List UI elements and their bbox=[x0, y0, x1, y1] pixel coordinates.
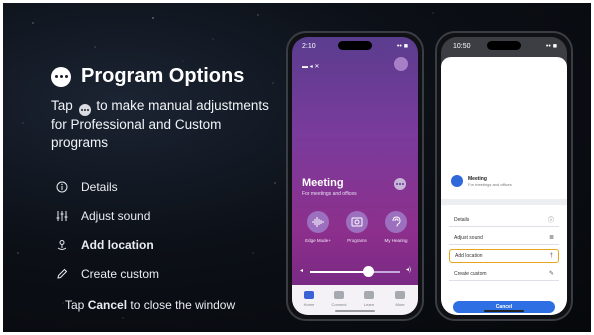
option-create-custom-label: Create custom bbox=[81, 267, 160, 281]
status-time: 10:50 bbox=[453, 43, 471, 50]
status-indicators: •• ■ bbox=[396, 43, 408, 50]
sheet-program-description: For meetings and offices bbox=[468, 181, 512, 187]
info-icon bbox=[55, 180, 69, 194]
menu-item-create-custom[interactable]: Create custom ✎ bbox=[449, 267, 559, 281]
program-description: For meetings and offices bbox=[302, 191, 357, 197]
sliders-icon: ≣ bbox=[548, 235, 554, 241]
pencil-icon bbox=[55, 267, 69, 281]
option-add-location-label: Add location bbox=[81, 238, 154, 252]
programs-button[interactable] bbox=[346, 211, 368, 233]
menu-item-label: Add location bbox=[455, 253, 483, 259]
footer-cancel-word: Cancel bbox=[87, 298, 128, 312]
programs-icon bbox=[351, 217, 363, 227]
title-row: Program Options bbox=[51, 65, 244, 88]
nav-more-label[interactable]: More bbox=[390, 302, 410, 307]
option-add-location: Add location bbox=[55, 238, 154, 252]
option-details-label: Details bbox=[81, 180, 118, 194]
ear-icon bbox=[392, 216, 401, 227]
nav-connect-label[interactable]: Connect bbox=[329, 302, 349, 307]
footer-instruction: Tap Cancel to close the window bbox=[65, 298, 235, 312]
pencil-icon: ✎ bbox=[548, 271, 554, 277]
program-avatar-icon bbox=[451, 175, 463, 187]
volume-max-icon: ◂) bbox=[405, 267, 411, 273]
menu-item-details[interactable]: Details ⓘ bbox=[449, 213, 559, 227]
my-hearing-button[interactable] bbox=[385, 211, 407, 233]
menu-item-label: Create custom bbox=[454, 270, 487, 277]
option-adjust-sound-label: Adjust sound bbox=[81, 209, 151, 223]
nav-learn-icon[interactable] bbox=[364, 291, 374, 299]
page-title: Program Options bbox=[81, 65, 245, 87]
sheet-header: Meeting For meetings and offices bbox=[451, 175, 512, 187]
bottom-navigation: Home Connect Learn More bbox=[292, 285, 418, 315]
status-indicators: •• ■ bbox=[545, 43, 557, 50]
my-hearing-label: My Hearing bbox=[384, 238, 408, 243]
phone-left-screen: 2:10 •• ■ ▬ ◂ ✕ Meeting For meetings and… bbox=[292, 37, 418, 315]
phone-right-screen: 10:50 •• ■ Meeting For meetings and offi… bbox=[441, 37, 567, 315]
location-pin-icon bbox=[55, 238, 69, 252]
program-options-button[interactable] bbox=[394, 178, 406, 190]
phone-options-sheet: 10:50 •• ■ Meeting For meetings and offi… bbox=[435, 31, 573, 321]
footer-text-end: to close the window bbox=[130, 298, 236, 312]
nav-more-icon[interactable] bbox=[395, 291, 405, 299]
intro-text: Tap to make manual adjustments for Profe… bbox=[51, 97, 281, 152]
dynamic-island bbox=[487, 41, 521, 50]
status-time: 2:10 bbox=[302, 43, 316, 50]
program-name: Meeting bbox=[302, 177, 344, 189]
menu-item-label: Details bbox=[454, 216, 470, 223]
home-indicator bbox=[484, 310, 524, 312]
nav-home-label[interactable]: Home bbox=[299, 302, 319, 307]
menu-item-add-location[interactable]: Add location † bbox=[449, 249, 559, 263]
volume-min-icon: ◂ bbox=[300, 268, 304, 274]
menu-item-label: Adjust sound bbox=[454, 234, 483, 241]
option-create-custom: Create custom bbox=[55, 267, 159, 281]
sliders-icon bbox=[55, 209, 69, 223]
nav-home-icon[interactable] bbox=[304, 291, 314, 299]
phone-program-screen: 2:10 •• ■ ▬ ◂ ✕ Meeting For meetings and… bbox=[286, 31, 424, 321]
edge-mode-label: Edge Mode+ bbox=[305, 238, 331, 243]
edge-mode-button[interactable] bbox=[307, 211, 329, 233]
home-indicator bbox=[335, 310, 375, 312]
options-sheet: Meeting For meetings and offices Details… bbox=[441, 57, 567, 315]
location-pin-icon: † bbox=[549, 253, 553, 259]
option-adjust-sound: Adjust sound bbox=[55, 209, 150, 223]
nav-connect-icon[interactable] bbox=[334, 291, 344, 299]
inline-more-options-icon bbox=[78, 104, 91, 116]
intro-text-start: Tap bbox=[51, 98, 73, 113]
info-icon: ⓘ bbox=[547, 218, 554, 224]
menu-item-adjust-sound[interactable]: Adjust sound ≣ bbox=[449, 231, 559, 245]
more-options-icon bbox=[51, 66, 71, 87]
waveform-icon bbox=[312, 217, 324, 227]
sheet-divider bbox=[441, 199, 567, 205]
footer-text-start: Tap bbox=[65, 298, 85, 312]
dynamic-island bbox=[338, 41, 372, 50]
microphone-icon[interactable] bbox=[394, 57, 408, 71]
nav-learn-label[interactable]: Learn bbox=[359, 302, 379, 307]
volume-slider-knob[interactable] bbox=[362, 266, 374, 277]
programs-label: Programs bbox=[347, 238, 367, 243]
hearing-aid-indicator-icon: ▬ ◂ ✕ bbox=[302, 64, 320, 70]
option-details: Details bbox=[55, 180, 118, 194]
volume-slider[interactable] bbox=[310, 271, 400, 273]
